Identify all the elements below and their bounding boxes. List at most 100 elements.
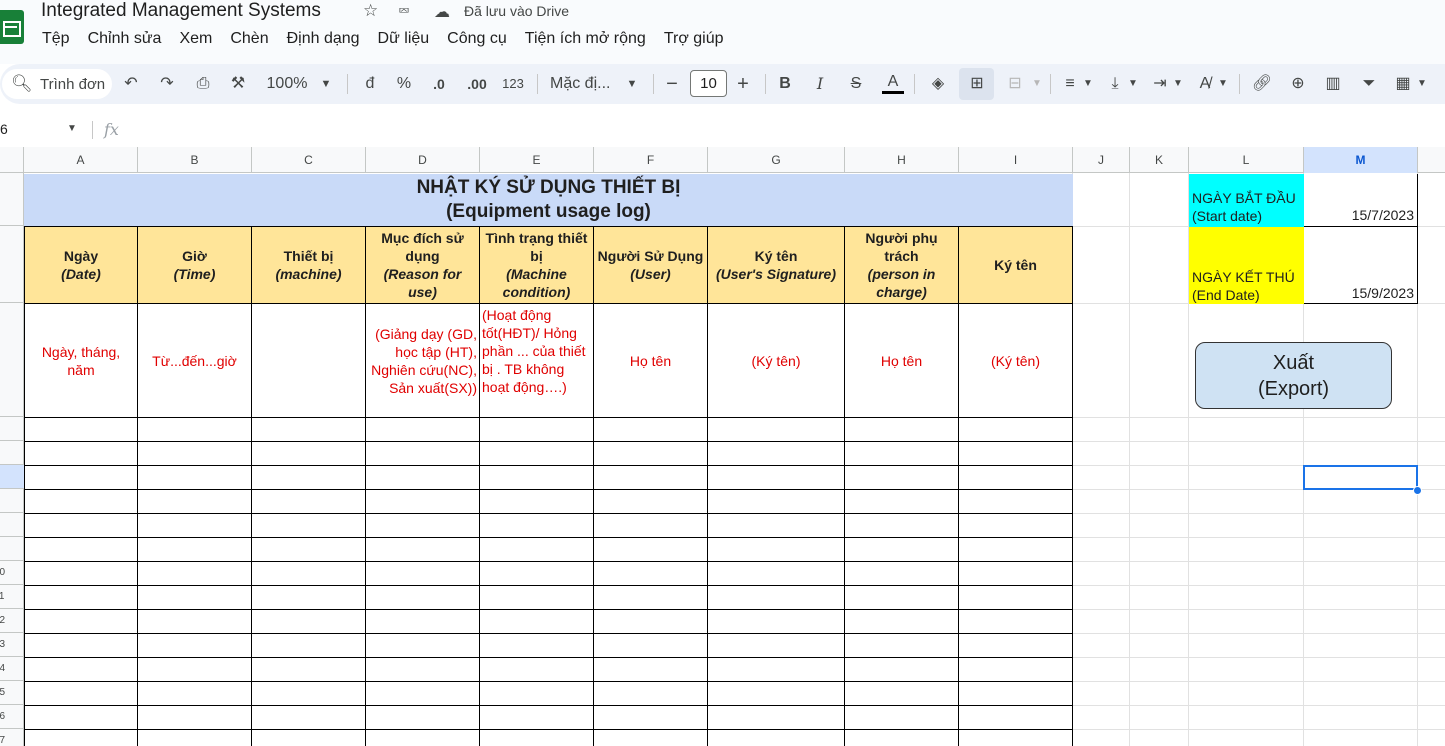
end-date-cell[interactable]: 15/9/2023 [1304,227,1418,304]
table-cell[interactable] [366,538,480,562]
merge-cells-icon[interactable]: ⊟ [1004,72,1026,96]
header-cell[interactable]: Mục đích sử dụng (Reason for use) [366,227,480,304]
table-cell[interactable] [959,634,1073,658]
example-cell[interactable]: (Ký tên) [708,304,845,418]
table-cell[interactable] [24,538,138,562]
table-cell[interactable] [480,538,594,562]
table-cell[interactable] [138,610,252,634]
table-cell[interactable] [480,514,594,538]
table-cell[interactable] [959,538,1073,562]
table-cell[interactable] [24,466,138,490]
column-header-a[interactable]: A [24,147,138,173]
table-cell[interactable] [138,730,252,746]
example-cell[interactable]: (Ký tên) [959,304,1073,418]
table-cell[interactable] [366,730,480,746]
row-header[interactable]: 5 [0,441,24,465]
column-header-e[interactable]: E [480,147,594,173]
table-cell[interactable] [708,490,845,514]
fill-handle[interactable] [1413,486,1422,495]
table-cell[interactable] [845,490,959,514]
table-cell[interactable] [594,634,708,658]
example-cell[interactable]: (Giảng dạy (GD, học tập (HT), Nghiên cứu… [366,304,480,418]
valign-dropdown-icon[interactable]: ▼ [1127,72,1139,96]
column-header-d[interactable]: D [366,147,480,173]
table-cell[interactable] [480,706,594,730]
table-cell[interactable] [366,490,480,514]
cloud-saved-icon[interactable]: ☁ [434,2,450,22]
table-cell[interactable] [480,418,594,442]
filter-views-dropdown-icon[interactable]: ▼ [1416,72,1428,96]
table-cell[interactable] [845,418,959,442]
rotation-dropdown-icon[interactable]: ▼ [1217,72,1229,96]
table-cell[interactable] [24,730,138,746]
table-cell[interactable] [594,682,708,706]
table-cell[interactable] [594,730,708,746]
example-cell[interactable]: Ngày, tháng, năm [24,304,138,418]
table-cell[interactable] [138,634,252,658]
table-cell[interactable] [845,514,959,538]
text-color-icon[interactable]: A [882,72,904,94]
table-cell[interactable] [480,730,594,746]
table-cell[interactable] [24,418,138,442]
currency-format[interactable]: đ [362,72,378,96]
table-cell[interactable] [845,634,959,658]
menu-item[interactable]: Tiện ích mở rộng [516,29,655,49]
table-cell[interactable] [594,610,708,634]
document-title[interactable]: Integrated Management Systems [41,0,321,22]
table-cell[interactable] [252,562,366,586]
table-cell[interactable] [959,562,1073,586]
table-cell[interactable] [845,586,959,610]
table-cell[interactable] [959,610,1073,634]
table-cell[interactable] [138,418,252,442]
table-cell[interactable] [252,706,366,730]
fill-color-icon[interactable]: ◈ [927,72,949,96]
strikethrough-icon[interactable]: S [846,72,866,96]
row-header[interactable]: 9 [0,537,24,561]
end-date-label-cell[interactable]: NGÀY KẾT THÚ (End Date) [1189,227,1304,304]
column-header-g[interactable]: G [708,147,845,173]
move-folder-icon[interactable]: ⮹ [398,3,410,20]
table-cell[interactable] [959,730,1073,746]
table-cell[interactable] [138,466,252,490]
table-cell[interactable] [594,466,708,490]
sheets-logo-icon[interactable] [0,10,24,44]
header-cell[interactable]: Ký tên (User's Signature) [708,227,845,304]
table-cell[interactable] [594,706,708,730]
table-cell[interactable] [366,706,480,730]
table-cell[interactable] [845,658,959,682]
table-cell[interactable] [366,682,480,706]
table-cell[interactable] [845,610,959,634]
table-cell[interactable] [708,610,845,634]
header-cell[interactable]: Người Sử Dụng (User) [594,227,708,304]
header-cell[interactable]: Tình trạng thiết bị (Machine condition) [480,227,594,304]
table-cell[interactable] [252,730,366,746]
table-cell[interactable] [366,562,480,586]
zoom-dropdown-icon[interactable]: ▼ [318,72,334,96]
row-header[interactable]: 6 [0,465,24,489]
table-cell[interactable] [138,682,252,706]
table-cell[interactable] [845,466,959,490]
table-cell[interactable] [366,586,480,610]
table-cell[interactable] [480,466,594,490]
table-cell[interactable] [959,490,1073,514]
table-cell[interactable] [480,634,594,658]
table-cell[interactable] [366,634,480,658]
table-cell[interactable] [24,514,138,538]
wrap-dropdown-icon[interactable]: ▼ [1172,72,1184,96]
table-cell[interactable] [480,682,594,706]
start-date-cell[interactable]: 15/7/2023 [1304,174,1418,227]
export-button[interactable]: Xuất (Export) [1195,342,1392,409]
name-box[interactable]: 6 [0,121,8,137]
table-cell[interactable] [959,682,1073,706]
column-header-b[interactable]: B [138,147,252,173]
menu-search-input[interactable]: Trình đơn [40,76,110,93]
insert-comment-icon[interactable]: ⊕ [1287,72,1309,96]
row-header[interactable]: 11 [0,585,24,609]
table-cell[interactable] [252,610,366,634]
column-header-i[interactable]: I [959,147,1073,173]
font-size-plus-icon[interactable]: + [734,72,752,96]
menu-item[interactable]: Trợ giúp [655,29,733,49]
table-cell[interactable] [252,466,366,490]
log-title[interactable]: NHẬT KÝ SỬ DỤNG THIẾT BỊ (Equipment usag… [24,174,1073,227]
table-cell[interactable] [252,658,366,682]
